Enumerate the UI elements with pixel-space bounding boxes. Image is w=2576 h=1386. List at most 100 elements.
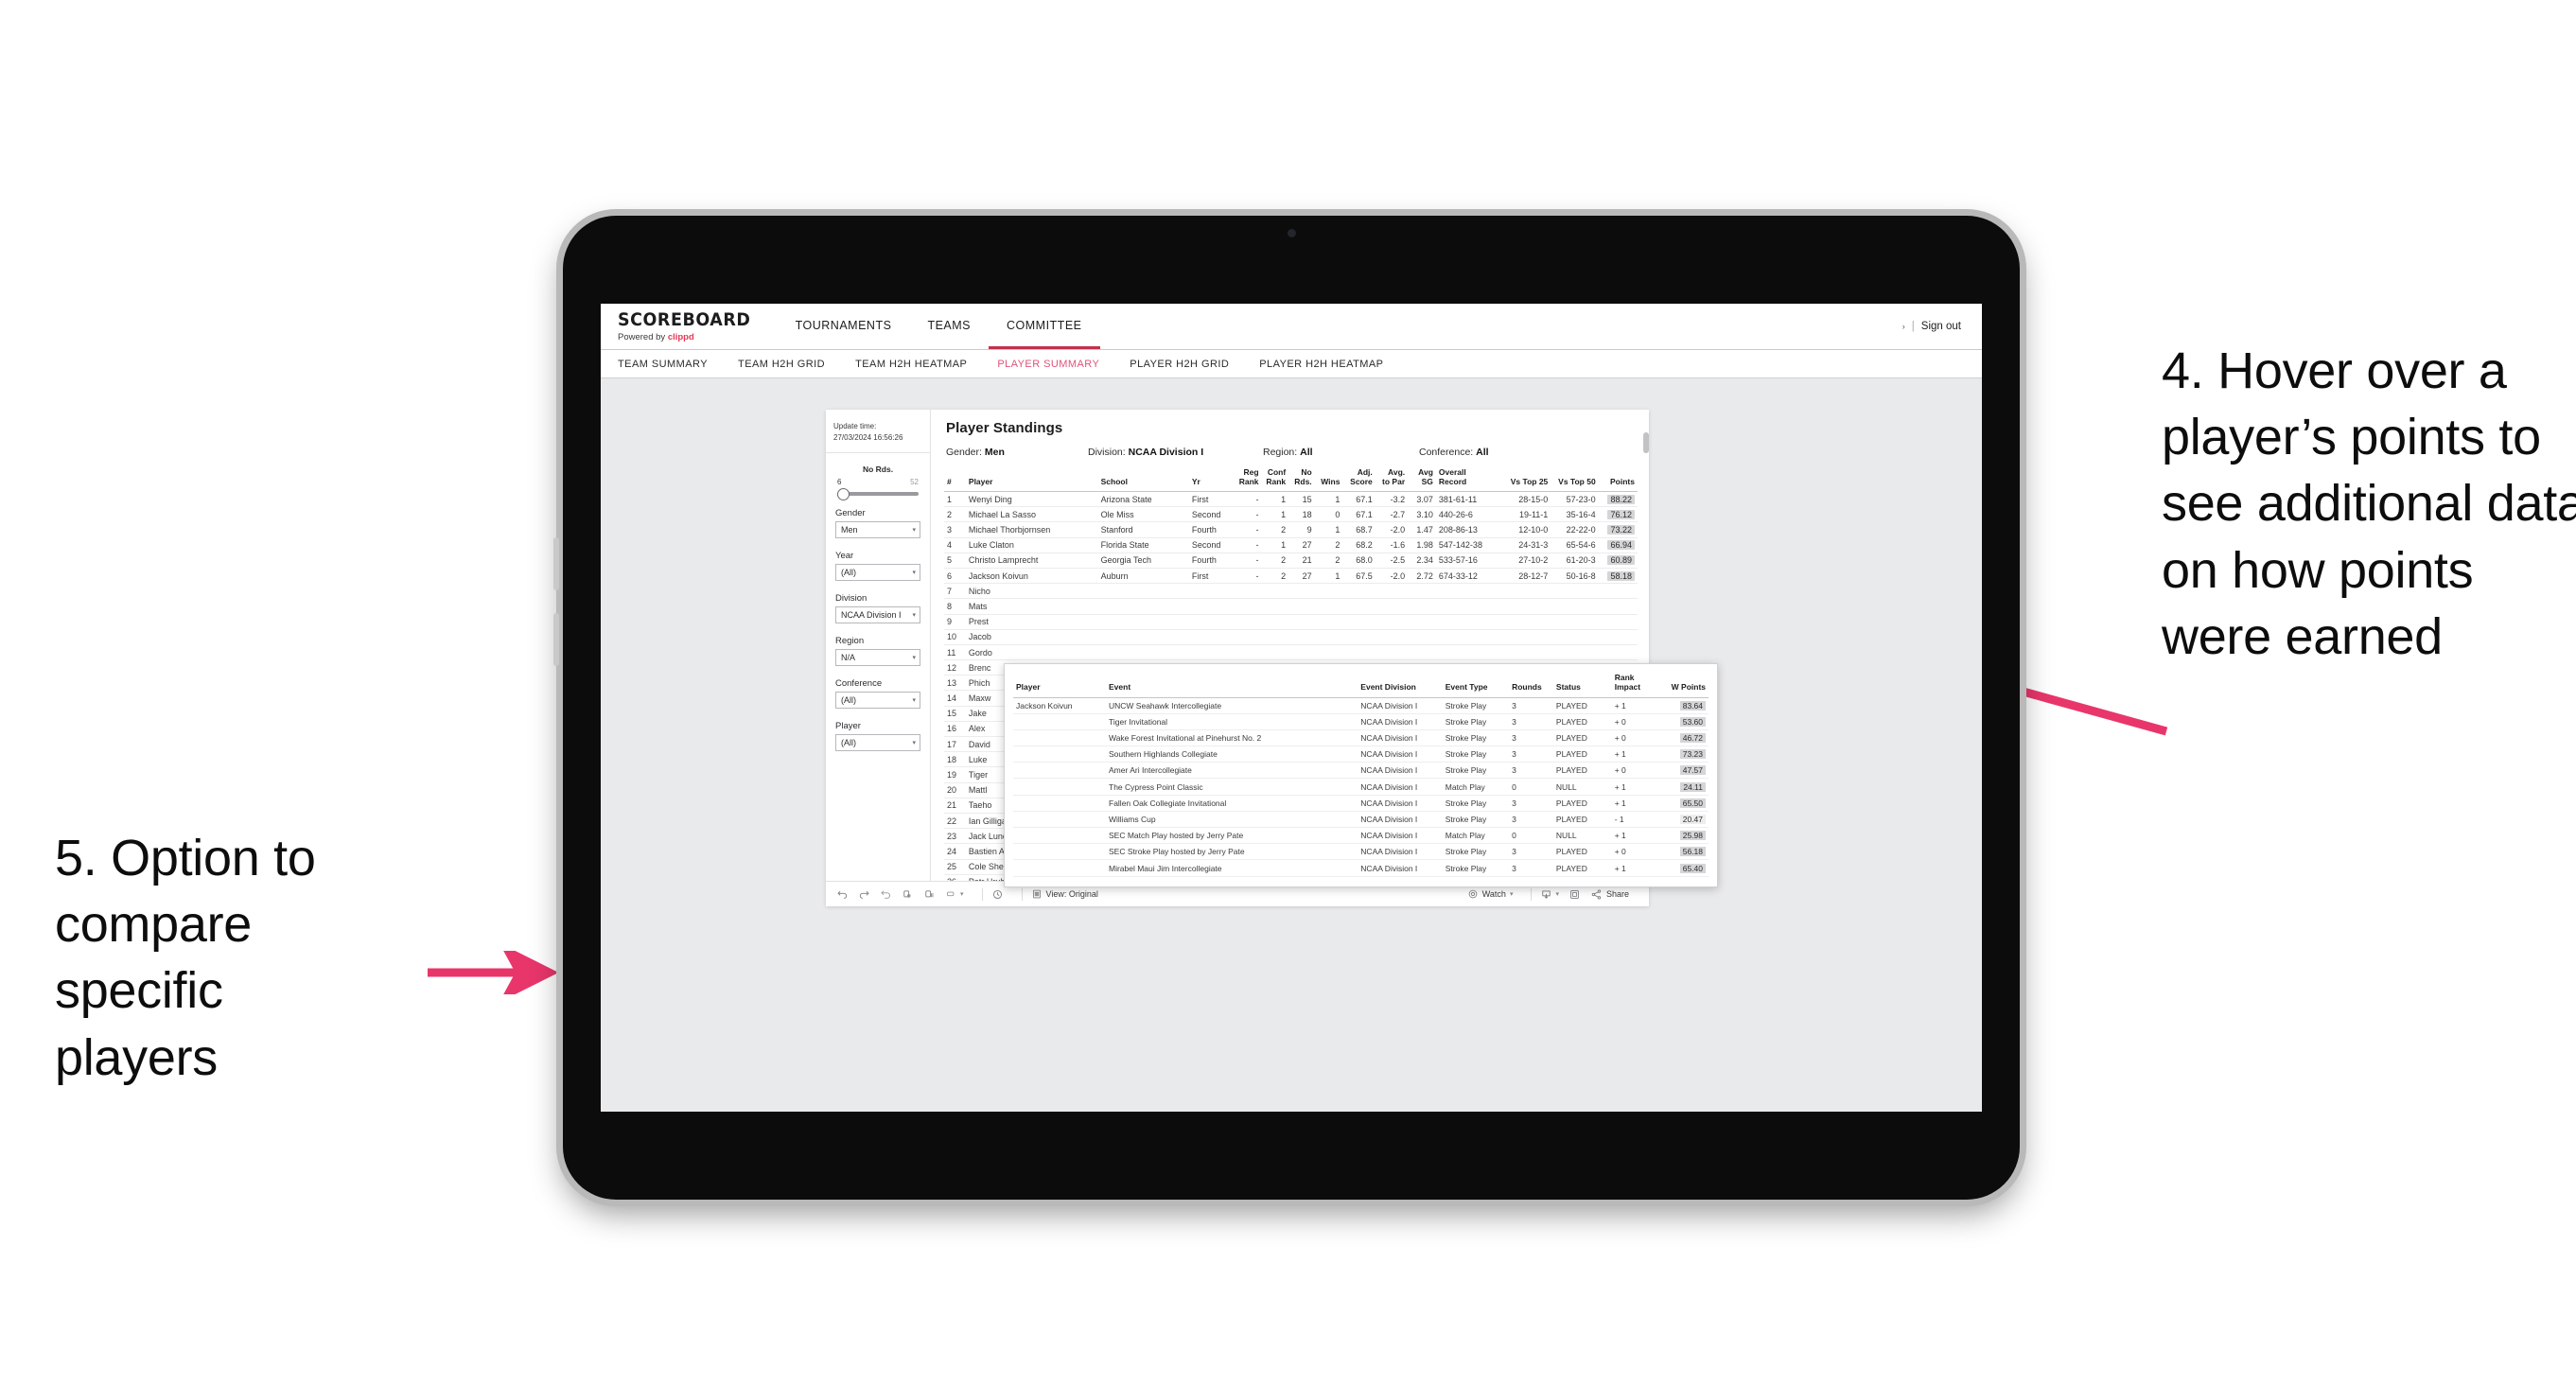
tooltip-row: SEC Stroke Play hosted by Jerry Pate NCAA… bbox=[1013, 843, 1709, 861]
tooltip-player bbox=[1013, 762, 1106, 780]
table-cell bbox=[1261, 583, 1289, 600]
sub-tab-team-h2h-heatmap[interactable]: TEAM H2H HEATMAP bbox=[855, 359, 967, 370]
powered-by-text: Powered by bbox=[618, 331, 668, 342]
filter-no-rounds: No Rds. 6 52 bbox=[826, 465, 930, 500]
watch-button[interactable]: Watch ▾ bbox=[1467, 888, 1513, 900]
table-scrollbar-thumb[interactable] bbox=[1643, 432, 1649, 453]
division-select[interactable]: NCAA Division I ▾ bbox=[835, 606, 920, 623]
points-value[interactable]: 76.12 bbox=[1607, 509, 1635, 519]
sub-tab-player-h2h-grid[interactable]: PLAYER H2H GRID bbox=[1130, 359, 1229, 370]
col-header[interactable]: # bbox=[944, 465, 966, 493]
front-camera-icon bbox=[1288, 229, 1296, 237]
sign-out-button[interactable]: Sign out bbox=[1921, 321, 1961, 332]
region-select[interactable]: N/A ▾ bbox=[835, 649, 920, 666]
points-value[interactable]: 60.89 bbox=[1607, 555, 1635, 566]
col-header[interactable]: Wins bbox=[1314, 465, 1343, 493]
col-header[interactable]: Overall Record bbox=[1435, 465, 1503, 493]
no-rounds-slider[interactable] bbox=[837, 488, 919, 500]
download-button[interactable]: ▾ bbox=[1540, 888, 1559, 901]
player-select[interactable]: (All) ▾ bbox=[835, 734, 920, 751]
pause-button[interactable] bbox=[923, 888, 936, 901]
col-header[interactable]: Conf Rank bbox=[1261, 465, 1289, 493]
col-header[interactable]: Vs Top 25 bbox=[1502, 465, 1551, 493]
table-row[interactable]: 7 Nicho bbox=[944, 583, 1638, 600]
table-cell bbox=[1375, 644, 1409, 661]
tooltip-cell: PLAYED bbox=[1552, 859, 1612, 877]
history-button[interactable] bbox=[991, 888, 1004, 901]
table-row[interactable]: 11 Gordo bbox=[944, 644, 1638, 661]
sub-tab-team-summary[interactable]: TEAM SUMMARY bbox=[618, 359, 708, 370]
year-select[interactable]: (All) ▾ bbox=[835, 564, 920, 581]
sub-tab-player-summary[interactable]: PLAYER SUMMARY bbox=[997, 359, 1099, 370]
tooltip-cell: 53.60 bbox=[1657, 713, 1709, 730]
account-chevron-icon[interactable]: › bbox=[1902, 322, 1905, 331]
tooltip-row: The Cypress Point Classic NCAA Division I… bbox=[1013, 778, 1709, 796]
tooltip-cell: Stroke Play bbox=[1442, 795, 1510, 812]
table-cell: 19 bbox=[944, 766, 966, 783]
chevron-down-icon: ▾ bbox=[912, 740, 916, 746]
col-header[interactable]: Avg. to Par bbox=[1375, 465, 1409, 493]
view-icon bbox=[1032, 889, 1041, 899]
table-row[interactable]: 5 Christo Lamprecht Georgia Tech Fourth -2 21… bbox=[944, 553, 1638, 569]
view-original-button[interactable]: View: Original bbox=[1031, 888, 1098, 900]
col-header[interactable]: School bbox=[1097, 465, 1189, 493]
tooltip-col-header: Rounds bbox=[1509, 672, 1553, 698]
table-row[interactable]: 2 Michael La Sasso Ole Miss Second -1 18 0 67.1… bbox=[944, 506, 1638, 523]
gender-select[interactable]: Men ▾ bbox=[835, 521, 920, 538]
table-cell: 12-10-0 bbox=[1502, 521, 1551, 538]
col-header[interactable]: Player bbox=[965, 465, 1098, 493]
conference-select[interactable]: (All) ▾ bbox=[835, 692, 920, 709]
no-rounds-slider-handle[interactable] bbox=[837, 488, 850, 500]
tooltip-col-header: Player bbox=[1013, 672, 1106, 698]
table-row[interactable]: 3 Michael Thorbjornsen Stanford Fourth -2 9 1 6… bbox=[944, 521, 1638, 538]
summary-gender: Gender: Men bbox=[946, 447, 1088, 458]
points-value[interactable]: 73.22 bbox=[1607, 525, 1635, 535]
brand-logo[interactable]: SCOREBOARD Powered by clippd bbox=[601, 304, 778, 349]
col-header[interactable]: No Rds. bbox=[1288, 465, 1315, 493]
tooltip-col-header: Event bbox=[1106, 672, 1358, 698]
points-value[interactable]: 88.22 bbox=[1607, 494, 1635, 504]
table-cell: 17 bbox=[944, 736, 966, 753]
table-row[interactable]: 6 Jackson Koivun Auburn First -2 27 1 67.5 -2.0 2… bbox=[944, 568, 1638, 585]
share-button[interactable]: Share bbox=[1590, 888, 1629, 901]
col-header[interactable]: Avg SG bbox=[1408, 465, 1436, 493]
col-header[interactable]: Reg Rank bbox=[1234, 465, 1262, 493]
table-row[interactable]: 4 Luke Claton Florida State Second -1 27 2 68.2… bbox=[944, 537, 1638, 553]
tooltip-row: SEC Match Play hosted by Jerry Pate NCAA … bbox=[1013, 827, 1709, 845]
table-row[interactable]: 9 Prest bbox=[944, 614, 1638, 630]
revert-button[interactable] bbox=[880, 888, 892, 901]
layout-button[interactable]: ▾ bbox=[945, 888, 964, 901]
filter-gender: Gender Men ▾ bbox=[826, 508, 930, 538]
secondary-nav: TEAM SUMMARY TEAM H2H GRID TEAM H2H HEAT… bbox=[601, 350, 1982, 378]
table-cell: 67.5 bbox=[1342, 568, 1376, 585]
col-header[interactable]: Yr bbox=[1188, 465, 1235, 493]
tooltip-cell: NCAA Division I bbox=[1358, 697, 1443, 714]
nav-tab-committee[interactable]: COMMITTEE bbox=[989, 304, 1100, 349]
col-header[interactable]: Adj. Score bbox=[1342, 465, 1376, 493]
col-header[interactable]: Points bbox=[1598, 465, 1638, 493]
table-row[interactable]: 1 Wenyi Ding Arizona State First -1 15 1 67.1 -3… bbox=[944, 491, 1638, 508]
tooltip-cell: 3 bbox=[1509, 697, 1553, 714]
undo-button[interactable] bbox=[836, 888, 849, 901]
redo-button[interactable] bbox=[858, 888, 870, 901]
fullscreen-button[interactable] bbox=[1568, 888, 1581, 901]
tooltip-row: Mirabel Maui Jim Intercollegiate NCAA Div… bbox=[1013, 859, 1709, 877]
tooltip-row: Amer Ari Intercollegiate NCAA Division IS… bbox=[1013, 762, 1709, 780]
table-cell: 76.12 bbox=[1598, 506, 1638, 523]
refresh-button[interactable] bbox=[902, 888, 914, 901]
sub-tab-team-h2h-grid[interactable]: TEAM H2H GRID bbox=[738, 359, 825, 370]
sub-tab-player-h2h-heatmap[interactable]: PLAYER H2H HEATMAP bbox=[1259, 359, 1383, 370]
table-row[interactable]: 8 Mats bbox=[944, 598, 1638, 615]
nav-tab-teams[interactable]: TEAMS bbox=[909, 304, 989, 349]
tooltip-cell: Stroke Play bbox=[1442, 762, 1510, 780]
table-row[interactable]: 10 Jacob bbox=[944, 629, 1638, 645]
nav-tab-tournaments[interactable]: TOURNAMENTS bbox=[778, 304, 910, 349]
conference-label: Conference bbox=[835, 678, 883, 689]
points-value[interactable]: 66.94 bbox=[1607, 540, 1635, 551]
points-value[interactable]: 58.18 bbox=[1607, 570, 1635, 581]
table-cell bbox=[1261, 598, 1289, 615]
tooltip-cell: + 0 bbox=[1611, 843, 1658, 861]
table-cell: 2 bbox=[1261, 568, 1289, 585]
col-header[interactable]: Vs Top 50 bbox=[1551, 465, 1599, 493]
layout-icon bbox=[946, 891, 955, 896]
